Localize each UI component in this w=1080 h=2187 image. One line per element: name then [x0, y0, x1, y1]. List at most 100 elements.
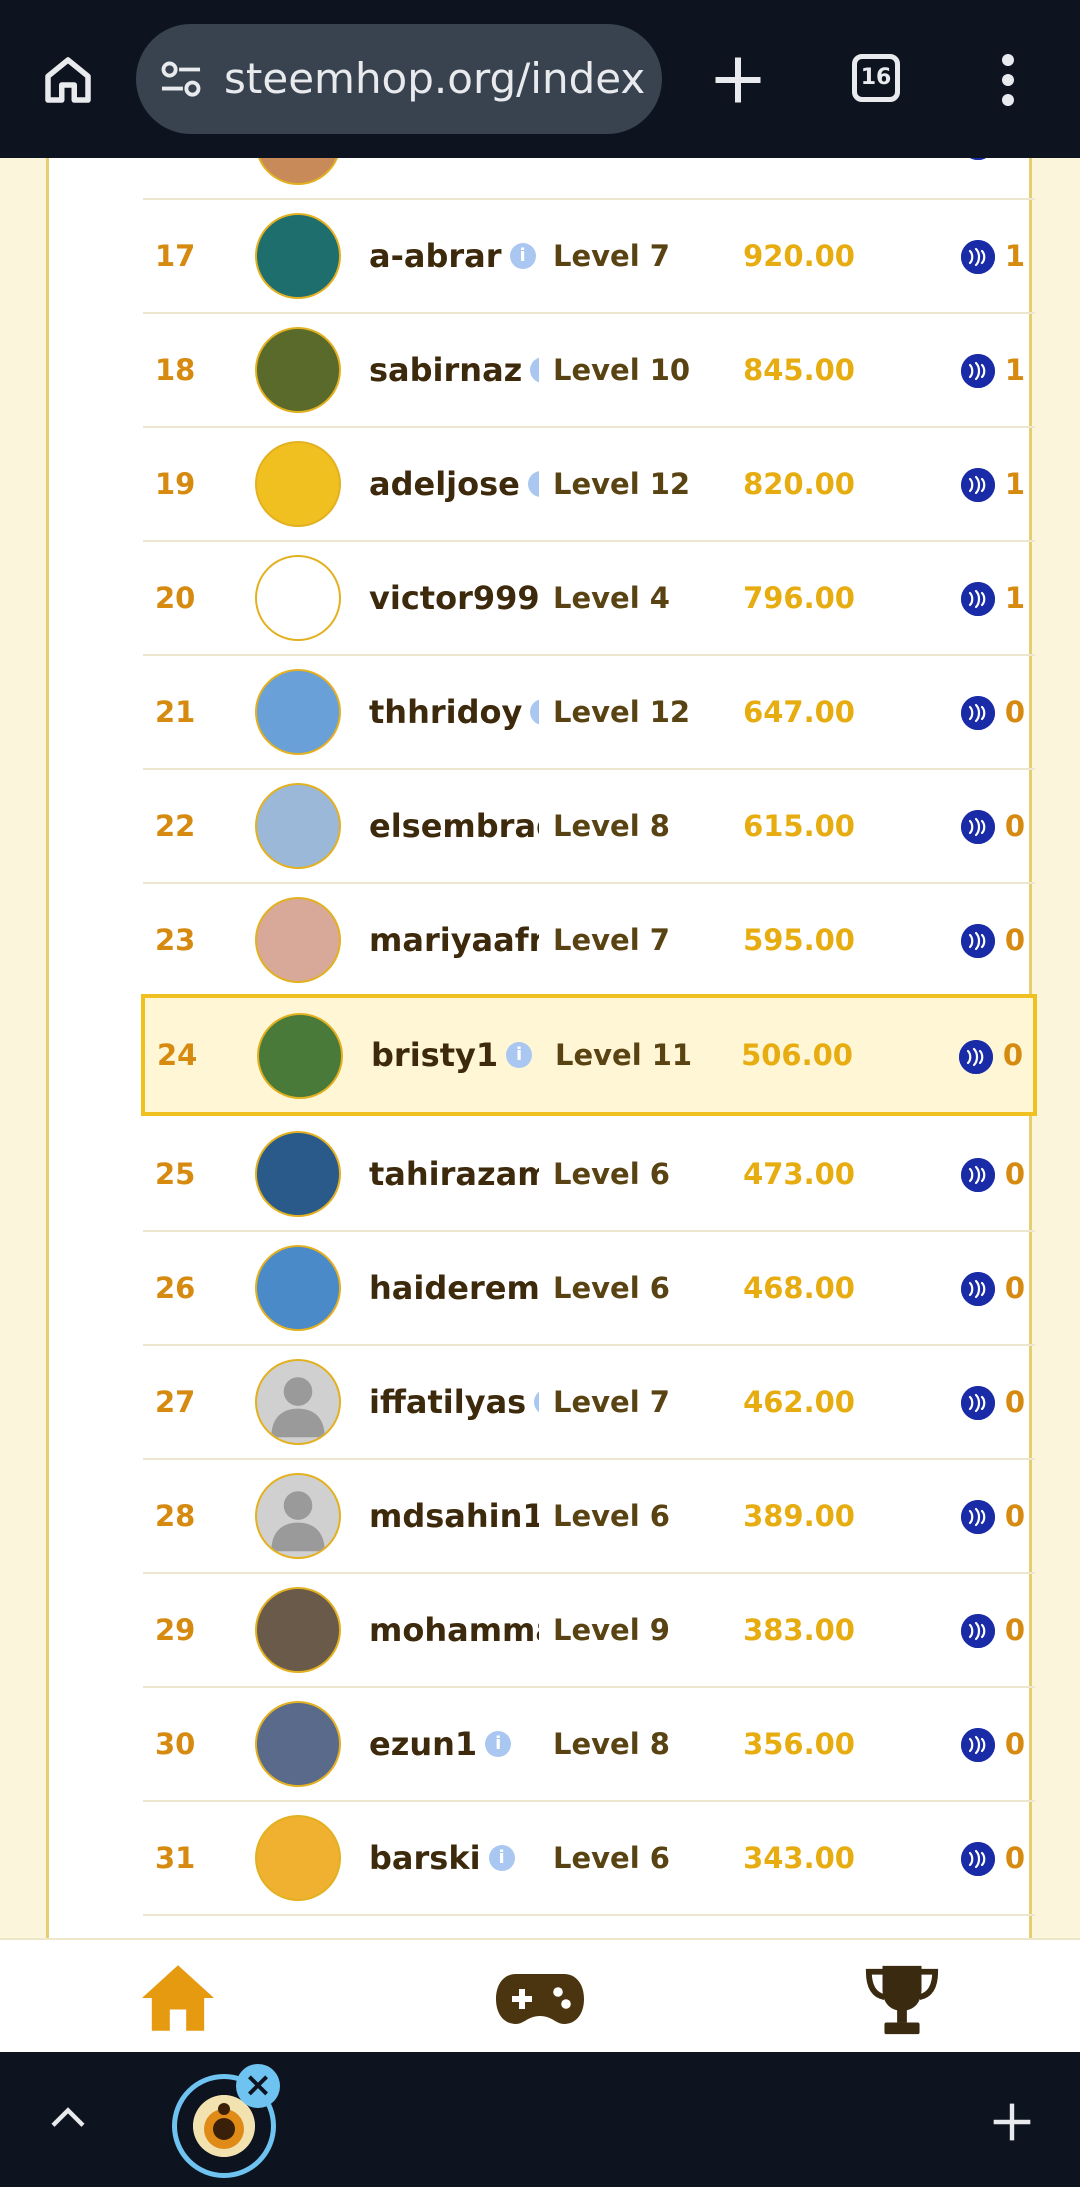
- info-icon[interactable]: i: [527, 471, 539, 497]
- username-text: adeljose: [369, 465, 520, 503]
- username-text: mariyaafrin: [369, 921, 539, 959]
- reward-value: 0: [1004, 809, 1025, 843]
- chevron-up-icon[interactable]: [48, 2102, 88, 2132]
- steem-icon: [961, 468, 995, 502]
- username[interactable]: sabirnaz i: [369, 314, 539, 426]
- avatar[interactable]: [255, 1473, 341, 1559]
- leaderboard-row[interactable]: 30 ezun1 i Level 8 356.00 0: [143, 1688, 1035, 1802]
- username[interactable]: a-abrar i: [369, 200, 539, 312]
- username-text: iffatilyas: [369, 1383, 527, 1421]
- gamepad-icon[interactable]: [496, 1972, 584, 2026]
- leaderboard-row[interactable]: 28 mdsahin111i Level 6 389.00 0: [143, 1460, 1035, 1574]
- username-text: tahirazaman: [369, 1155, 539, 1193]
- reward-value: 0: [1004, 695, 1025, 729]
- username-text: sabirnaz: [369, 351, 523, 389]
- info-icon[interactable]: i: [485, 1731, 512, 1757]
- info-icon[interactable]: i: [530, 357, 539, 383]
- avatar[interactable]: [255, 555, 341, 641]
- leaderboard-row[interactable]: 21 thhridoy i Level 12 647.00 0: [143, 656, 1035, 770]
- reward-value: 1: [1004, 581, 1025, 615]
- level-label: Level 9: [553, 1613, 670, 1647]
- username[interactable]: elsembradoi: [369, 770, 539, 882]
- app-bottom-nav: [0, 1938, 1080, 2052]
- username-text: bristy1: [371, 1036, 499, 1074]
- rank-number: 30: [155, 1727, 196, 1761]
- avatar[interactable]: [255, 1701, 341, 1787]
- username[interactable]: iffatilyas i: [369, 1346, 539, 1458]
- plus-icon[interactable]: [990, 2100, 1034, 2144]
- level-label: Level 6: [553, 1499, 670, 1533]
- avatar[interactable]: [255, 441, 341, 527]
- address-bar[interactable]: steemhop.org/index.: [136, 24, 662, 134]
- score-value: 845.00: [743, 353, 855, 387]
- username[interactable]: adeljose i: [369, 428, 539, 540]
- username[interactable]: bristy1 i: [371, 998, 541, 1112]
- avatar[interactable]: [255, 327, 341, 413]
- home-icon[interactable]: [138, 1962, 218, 2034]
- reward-value: 0: [1002, 1038, 1023, 1072]
- level-label: Level 8: [553, 809, 670, 843]
- leaderboard-row[interactable]: 29 mohammadi Level 9 383.00 0: [143, 1574, 1035, 1688]
- username[interactable]: haideremtiazi: [369, 1232, 539, 1344]
- info-icon[interactable]: i: [506, 1042, 533, 1068]
- info-icon[interactable]: i: [488, 1845, 515, 1871]
- score-value: 506.00: [741, 1038, 853, 1072]
- close-icon[interactable]: ×: [236, 2064, 280, 2108]
- username[interactable]: barski i: [369, 1802, 539, 1914]
- level-label: Level 6: [553, 1157, 670, 1191]
- level-label: Level 12: [553, 695, 691, 729]
- avatar[interactable]: [255, 897, 341, 983]
- site-settings-icon[interactable]: [158, 60, 204, 100]
- rank-number: 22: [155, 809, 196, 843]
- leaderboard-row[interactable]: 20 victor999i Level 4 796.00 1: [143, 542, 1035, 656]
- reward-value: 0: [1004, 1613, 1025, 1647]
- avatar[interactable]: [255, 1359, 341, 1445]
- username-text: mdsahin111: [369, 1497, 539, 1535]
- leaderboard-row[interactable]: 17 a-abrar i Level 7 920.00 1: [143, 200, 1035, 314]
- avatar[interactable]: [257, 1013, 343, 1099]
- leaderboard-row[interactable]: 27 iffatilyas i Level 7 462.00 0: [143, 1346, 1035, 1460]
- avatar[interactable]: [255, 1815, 341, 1901]
- level-label: Level 6: [553, 1271, 670, 1305]
- avatar[interactable]: [255, 1587, 341, 1673]
- leaderboard-row[interactable]: 25 tahirazamani Level 6 473.00 0: [143, 1118, 1035, 1232]
- username[interactable]: tahirazamani: [369, 1118, 539, 1230]
- trophy-icon[interactable]: [862, 1962, 942, 2040]
- avatar[interactable]: [255, 669, 341, 755]
- level-label: Level 7: [553, 239, 670, 273]
- rank-number: 26: [155, 1271, 196, 1305]
- new-tab-icon[interactable]: [708, 50, 768, 110]
- score-value: 595.00: [743, 923, 855, 957]
- leaderboard-row-current-user[interactable]: 24 bristy1 i Level 11 506.00 0: [141, 994, 1037, 1116]
- leaderboard-row[interactable]: 19 adeljose i Level 12 820.00 1: [143, 428, 1035, 542]
- username[interactable]: ezun1 i: [369, 1688, 539, 1800]
- more-vert-icon[interactable]: [990, 50, 1026, 110]
- username[interactable]: victor999i: [369, 542, 539, 654]
- username[interactable]: mariyaafrini: [369, 884, 539, 996]
- rank-number: 27: [155, 1385, 196, 1419]
- username[interactable]: thhridoy i: [369, 656, 539, 768]
- tab-switcher-button[interactable]: 16: [852, 54, 900, 102]
- info-icon[interactable]: i: [530, 699, 539, 725]
- info-icon[interactable]: i: [509, 243, 536, 269]
- username[interactable]: mdsahin111i: [369, 1460, 539, 1572]
- leaderboard-row[interactable]: 22 elsembradoi Level 8 615.00 0: [143, 770, 1035, 884]
- score-value: 615.00: [743, 809, 855, 843]
- avatar[interactable]: [255, 1131, 341, 1217]
- avatar[interactable]: [255, 783, 341, 869]
- rank-number: 23: [155, 923, 196, 957]
- home-icon[interactable]: [38, 50, 98, 110]
- info-icon[interactable]: i: [534, 1389, 539, 1415]
- avatar[interactable]: [255, 1245, 341, 1331]
- steem-icon: [959, 1040, 993, 1074]
- avatar[interactable]: [255, 213, 341, 299]
- level-label: Level 11: [555, 1038, 693, 1072]
- leaderboard-row[interactable]: 23 mariyaafrini Level 7 595.00 0: [143, 884, 1035, 998]
- leaderboard-row[interactable]: 31 barski i Level 6 343.00 0: [143, 1802, 1035, 1916]
- leaderboard-row[interactable]: 18 sabirnaz i Level 10 845.00 1: [143, 314, 1035, 428]
- username-text: victor999: [369, 579, 539, 617]
- browser-toolbar: steemhop.org/index. 16: [0, 0, 1080, 158]
- username[interactable]: mohammadi: [369, 1574, 539, 1686]
- leaderboard-row[interactable]: 26 haideremtiazi Level 6 468.00 0: [143, 1232, 1035, 1346]
- score-value: 820.00: [743, 467, 855, 501]
